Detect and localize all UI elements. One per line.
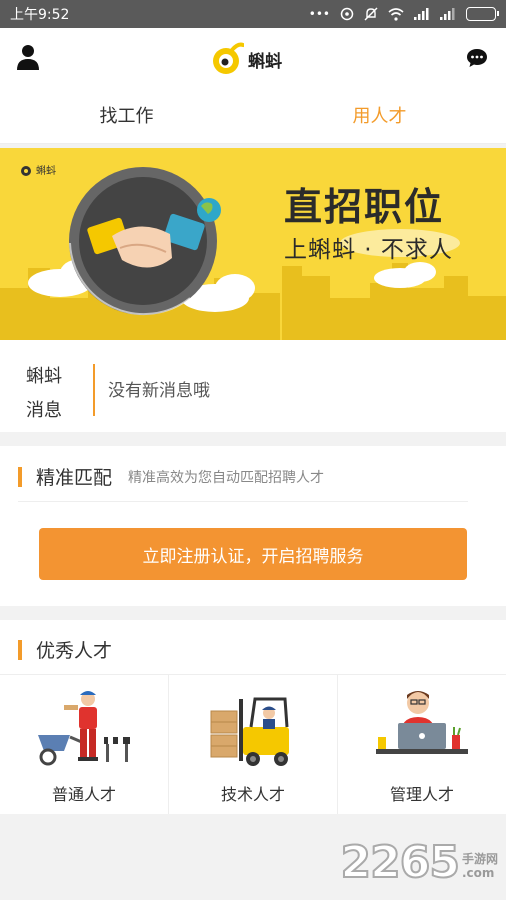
app-name: 蝌蚪 xyxy=(248,51,282,72)
wifi-icon xyxy=(388,7,404,21)
app-logo: 蝌蚪 xyxy=(210,41,282,77)
user-icon[interactable] xyxy=(16,44,40,70)
signal-icon-2 xyxy=(440,8,455,20)
promo-banner[interactable]: 蝌蚪 直招职位 上蝌蚪 · 不求人 xyxy=(0,148,506,340)
banner-subtitle: 上蝌蚪 · 不求人 xyxy=(284,237,453,263)
banner-logo: 蝌蚪 xyxy=(20,162,56,177)
watermark-line1: 手游网 xyxy=(461,852,498,866)
talent-item-technical[interactable]: 技术人才 xyxy=(169,675,338,814)
talent-item-management[interactable]: 管理人才 xyxy=(338,675,506,814)
tadpole-logo-icon xyxy=(213,42,244,74)
section-accent-bar xyxy=(18,466,22,487)
tadpole-small-icon xyxy=(21,165,31,176)
talent-label-technical: 技术人才 xyxy=(220,785,285,804)
chat-bubble-icon[interactable] xyxy=(466,48,488,68)
register-cta-button[interactable]: 立即注册认证，开启招聘服务 xyxy=(39,528,467,580)
match-section: 精准匹配 精准高效为您自动匹配招聘人才 立即注册认证，开启招聘服务 xyxy=(0,446,506,606)
match-description: 精准高效为您自动匹配招聘人才 xyxy=(128,469,325,486)
mute-bell-icon xyxy=(364,7,378,21)
forklift-icon xyxy=(210,697,289,766)
watermark-line2: .com xyxy=(461,866,495,880)
banner-title: 直招职位 xyxy=(284,185,445,229)
main-tabs: 找工作 用人才 xyxy=(0,92,506,144)
message-label: 蝌蚪 消息 xyxy=(26,366,62,421)
talent-label-management: 管理人才 xyxy=(389,785,454,804)
status-bar: 上午9:52 ••• xyxy=(0,0,506,28)
talent-item-general[interactable]: 普通人才 xyxy=(0,675,169,814)
talent-title: 优秀人才 xyxy=(36,640,113,662)
site-watermark: 2265 手游网 .com xyxy=(340,836,498,889)
tab-find-job[interactable]: 找工作 xyxy=(0,92,253,143)
match-header: 精准匹配 精准高效为您自动匹配招聘人才 xyxy=(18,463,324,490)
talent-grid: 普通人才 技术人才 管理人才 xyxy=(0,674,506,814)
talent-header: 优秀人才 xyxy=(18,636,112,663)
manager-icon xyxy=(376,691,468,754)
message-divider xyxy=(93,364,95,416)
hotspot-icon xyxy=(340,7,354,21)
tab-hire-talent[interactable]: 用人才 xyxy=(253,92,506,143)
talent-section: 优秀人才 普通人才 技术人才 管理人才 xyxy=(0,620,506,814)
section-accent-bar xyxy=(18,639,22,660)
worker-icon xyxy=(38,691,130,766)
app-header: 蝌蚪 xyxy=(0,28,506,92)
message-text: 没有新消息哦 xyxy=(108,381,210,401)
match-title: 精准匹配 xyxy=(36,467,113,489)
section-divider xyxy=(18,501,468,502)
status-time: 上午9:52 xyxy=(10,7,70,23)
watermark-number: 2265 xyxy=(340,836,461,889)
message-panel[interactable]: 蝌蚪 消息 没有新消息哦 xyxy=(0,340,506,432)
status-dots: ••• xyxy=(308,7,330,21)
banner-logo-text: 蝌蚪 xyxy=(36,166,56,177)
battery-icon xyxy=(466,7,499,21)
talent-label-general: 普通人才 xyxy=(51,785,116,804)
signal-icon xyxy=(414,8,429,20)
